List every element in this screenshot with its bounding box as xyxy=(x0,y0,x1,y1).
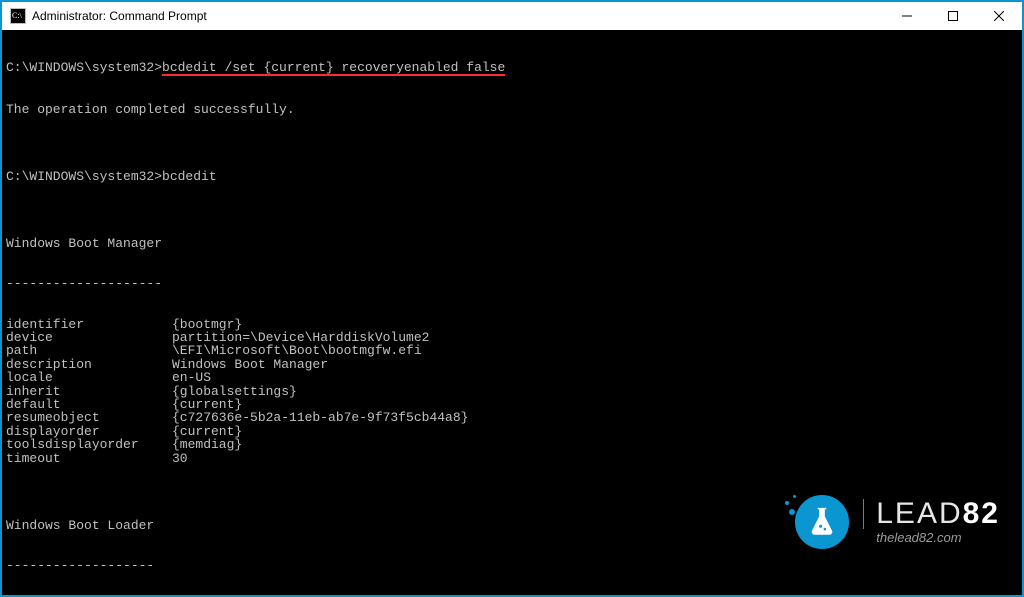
kv-value: {c727636e-5b2a-11eb-ab7e-9f73f5cb44a8} xyxy=(172,411,468,424)
section-title: Windows Boot Manager xyxy=(6,237,1016,250)
prompt: C:\WINDOWS\system32> xyxy=(6,60,162,75)
minimize-button[interactable] xyxy=(884,2,930,30)
kv-row: resumeobject{c727636e-5b2a-11eb-ab7e-9f7… xyxy=(6,411,1016,424)
kv-row: displayorder{current} xyxy=(6,425,1016,438)
kv-row: timeout30 xyxy=(6,452,1016,465)
kv-value: \EFI\Microsoft\Boot\bootmgfw.efi xyxy=(172,344,422,357)
command-text: bcdedit xyxy=(162,169,217,184)
kv-value: {globalsettings} xyxy=(172,385,297,398)
kv-value: partition=\Device\HarddiskVolume2 xyxy=(172,331,429,344)
window-buttons xyxy=(884,2,1022,30)
kv-key: path xyxy=(6,344,172,357)
terminal-output[interactable]: C:\WINDOWS\system32>bcdedit /set {curren… xyxy=(2,30,1022,595)
kv-row: toolsdisplayorder{memdiag} xyxy=(6,438,1016,451)
kv-row: identifier{bootmgr} xyxy=(6,318,1016,331)
kv-value: 30 xyxy=(172,452,188,465)
kv-key: locale xyxy=(6,371,172,384)
kv-key: displayorder xyxy=(6,425,172,438)
titlebar[interactable]: C:\ Administrator: Command Prompt xyxy=(2,2,1022,30)
kv-key: identifier xyxy=(6,318,172,331)
command-prompt-window: C:\ Administrator: Command Prompt C:\WIN… xyxy=(0,0,1024,597)
flask-icon xyxy=(791,491,853,553)
kv-row: path\EFI\Microsoft\Boot\bootmgfw.efi xyxy=(6,344,1016,357)
brand-url: thelead82.com xyxy=(863,531,1000,544)
cmd-icon: C:\ xyxy=(10,8,26,24)
kv-key: device xyxy=(6,331,172,344)
kv-value: {current} xyxy=(172,425,242,438)
prompt: C:\WINDOWS\system32> xyxy=(6,169,162,184)
kv-row: default{current} xyxy=(6,398,1016,411)
kv-value: {current} xyxy=(172,398,242,411)
output-line: The operation completed successfully. xyxy=(6,103,1016,116)
kv-row: descriptionWindows Boot Manager xyxy=(6,358,1016,371)
maximize-button[interactable] xyxy=(930,2,976,30)
window-title: Administrator: Command Prompt xyxy=(32,9,884,23)
watermark-logo: LEAD82 thelead82.com xyxy=(791,491,1000,553)
command-text: bcdedit /set {current} recoveryenabled f… xyxy=(162,61,505,76)
kv-value: {memdiag} xyxy=(172,438,242,451)
kv-key: default xyxy=(6,398,172,411)
kv-row: inherit{globalsettings} xyxy=(6,385,1016,398)
close-button[interactable] xyxy=(976,2,1022,30)
kv-key: description xyxy=(6,358,172,371)
brand-text: LEAD82 xyxy=(863,499,1000,529)
kv-value: Windows Boot Manager xyxy=(172,358,328,371)
svg-text:C:\: C:\ xyxy=(12,11,23,20)
section-rule: -------------------- xyxy=(6,277,1016,290)
kv-key: toolsdisplayorder xyxy=(6,438,172,451)
kv-row: devicepartition=\Device\HarddiskVolume2 xyxy=(6,331,1016,344)
kv-value: {bootmgr} xyxy=(172,318,242,331)
kv-key: inherit xyxy=(6,385,172,398)
section-rule: ------------------- xyxy=(6,559,1016,572)
kv-value: en-US xyxy=(172,371,211,384)
kv-key: resumeobject xyxy=(6,411,172,424)
kv-row: localeen-US xyxy=(6,371,1016,384)
kv-key: timeout xyxy=(6,452,172,465)
